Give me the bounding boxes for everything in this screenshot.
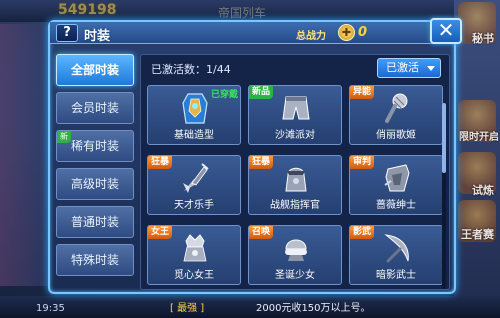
fashion-name: 战舰指挥官 — [270, 200, 320, 211]
tab-label: 全部时装 — [70, 63, 119, 77]
tab-label: 会员时装 — [70, 101, 119, 115]
tab-all-fashion[interactable]: 全部时装 — [56, 54, 134, 86]
captain-icon — [285, 167, 307, 192]
fashion-card[interactable]: 狂暴 战舰指挥官 — [248, 155, 342, 215]
tab-label: 普通时装 — [70, 215, 119, 229]
fashion-name: 基础造型 — [174, 130, 214, 141]
window-title: 时装 — [84, 29, 111, 44]
help-button[interactable]: ? — [56, 24, 78, 42]
fashion-card[interactable]: 已穿戴 基础造型 — [147, 85, 241, 145]
tab-label: 特殊时装 — [70, 253, 119, 267]
ability-tag: 女王 — [148, 226, 173, 239]
equipped-badge: 已穿戴 — [210, 90, 238, 100]
filter-dropdown[interactable]: 已激活 — [377, 58, 441, 78]
blade-icon — [384, 234, 409, 263]
bottom-bar — [0, 296, 500, 318]
fashion-name: 圣诞少女 — [275, 270, 315, 281]
clock: 19:35 — [36, 303, 65, 314]
fashion-card[interactable]: 女王 觅心女王 — [147, 225, 241, 285]
new-badge: 新 — [57, 131, 71, 143]
fashion-name: 蔷薇绅士 — [376, 200, 416, 211]
fashion-card[interactable]: 异能 俏丽歌姬 — [349, 85, 443, 145]
ability-tag: 狂暴 — [148, 156, 173, 169]
ability-tag: 狂暴 — [249, 156, 274, 169]
fashion-name: 暗影武士 — [376, 270, 416, 281]
shorts-icon — [282, 96, 310, 120]
gentleman-icon — [384, 164, 410, 192]
limited-event-label: 限时开启 — [459, 132, 499, 143]
king-arena-label: 王者赛 — [461, 228, 494, 241]
fashion-name: 沙滩派对 — [275, 130, 315, 141]
close-button[interactable]: ✕ — [430, 18, 462, 44]
fashion-card[interactable]: 影武 暗影武士 — [349, 225, 443, 285]
guitar-icon — [183, 163, 209, 193]
tab-normal-fashion[interactable]: 普通时装 — [56, 206, 134, 238]
fashion-name: 觅心女王 — [174, 270, 214, 281]
tab-premium-fashion[interactable]: 高级时装 — [56, 168, 134, 200]
activated-count: 已激活数：1/44 — [151, 63, 231, 76]
tab-label: 高级时装 — [70, 177, 119, 191]
tab-label: 稀有时装 — [70, 139, 119, 153]
chat-message: 2000元收150万以上号。 — [256, 303, 371, 314]
character-portrait — [0, 24, 50, 286]
fashion-card[interactable]: 新品 沙滩派对 — [248, 85, 342, 145]
ability-tag: 审判 — [350, 156, 375, 169]
fashion-name: 天才乐手 — [174, 200, 214, 211]
microphone-icon — [385, 93, 408, 123]
tab-vip-fashion[interactable]: 会员时装 — [56, 92, 134, 124]
title-bar: ? 时装 总战力 ✚ 0 — [50, 22, 454, 44]
new-tag: 新品 — [249, 86, 274, 99]
player-score: 549198 — [58, 2, 117, 18]
queen-icon — [183, 234, 207, 262]
fashion-card[interactable]: 狂暴 天才乐手 — [147, 155, 241, 215]
fashion-window: ? 时装 总战力 ✚ 0 ✕ 全部时装 会员时装 新 稀有时装 高级时装 普通时… — [48, 18, 462, 294]
chat-channel[interactable]: [ 最强 ] — [170, 299, 204, 314]
secretary-label: 秘书 — [472, 32, 494, 45]
santa-hat-icon — [285, 239, 307, 261]
fashion-card[interactable]: 审判 蔷薇绅士 — [349, 155, 443, 215]
armor-icon — [182, 93, 208, 124]
background-title: 帝国列车 — [218, 6, 267, 20]
ability-tag: 影武 — [350, 226, 375, 239]
filter-value: 已激活 — [386, 61, 419, 74]
chevron-down-icon — [427, 66, 435, 71]
category-tabs: 全部时装 会员时装 新 稀有时装 高级时装 普通时装 特殊时装 — [56, 54, 136, 282]
fashion-card[interactable]: 召唤 圣诞少女 — [248, 225, 342, 285]
power-icon: ✚ — [338, 24, 355, 41]
ability-tag: 异能 — [350, 86, 375, 99]
total-power-value: 0 — [358, 25, 368, 40]
fashion-grid: 已穿戴 基础造型 新品 沙滩派对 异能 俏丽歌姬 狂暴 天才乐手 狂暴 战舰指挥… — [147, 85, 443, 289]
tab-special-fashion[interactable]: 特殊时装 — [56, 244, 134, 276]
tab-rare-fashion[interactable]: 新 稀有时装 — [56, 130, 134, 162]
ability-tag: 召唤 — [249, 226, 274, 239]
trial-label: 试炼 — [472, 184, 494, 197]
fashion-name: 俏丽歌姬 — [376, 130, 416, 141]
scrollbar-thumb[interactable] — [442, 103, 446, 173]
fashion-list-panel: 已激活数：1/44 已激活 已穿戴 基础造型 新品 沙滩派对 异能 俏丽歌姬 狂… — [140, 54, 450, 290]
scrollbar[interactable] — [442, 103, 446, 289]
total-power-label: 总战力 — [296, 31, 326, 42]
